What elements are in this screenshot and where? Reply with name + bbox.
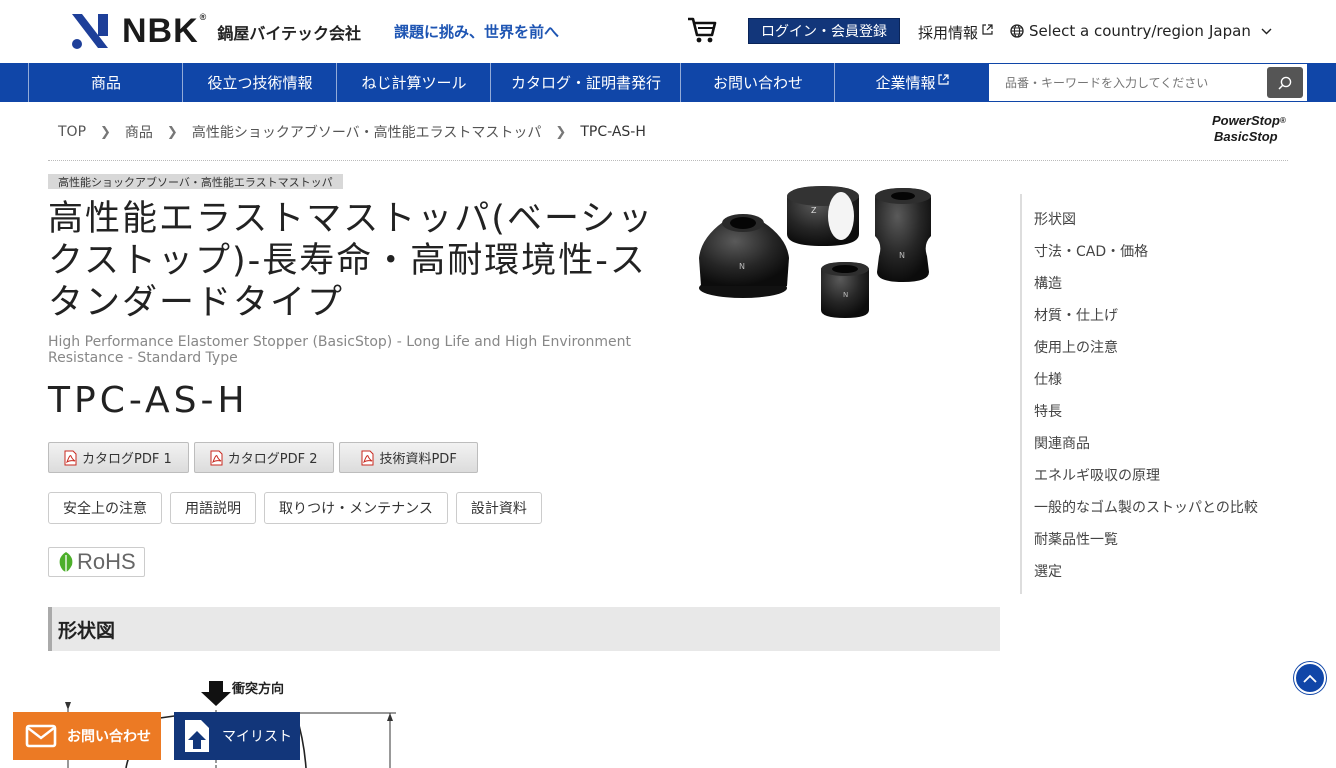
chevron-down-icon [1261,28,1272,34]
mylist-floating-label: マイリスト [222,729,292,745]
rohs-text: RoHS [77,549,136,574]
technical-pdf-button[interactable]: 技術資料PDF [339,442,478,473]
side-nav-item[interactable]: 一般的なゴム製のストッパとの比較 [1034,497,1258,517]
search-box [989,64,1307,101]
recruit-label: 採用情報 [918,24,979,42]
leaf-icon [59,552,73,572]
chevron-right-icon: ❯ [100,124,111,140]
globe-icon [1010,24,1024,38]
login-register-button[interactable]: ログイン・会員登録 [748,18,900,44]
breadcrumb-products[interactable]: 商品 [125,122,153,142]
logo-wordmark: NBK® [122,12,208,50]
side-nav-item[interactable]: 仕様 [1034,369,1062,389]
country-dropdown[interactable]: Japan [1209,22,1272,40]
nav-item-catalog[interactable]: カタログ・証明書発行 [490,63,681,102]
svg-text:Z: Z [811,206,817,215]
country-selector-label[interactable]: Select a country/region [1010,22,1204,40]
rohs-badge: RoHS [48,547,145,577]
search-icon [1278,76,1292,90]
product-image: N Z N N [699,186,931,318]
search-button[interactable] [1267,67,1303,98]
brand-reg: ® [1279,116,1286,125]
nav-item-screw-tools[interactable]: ねじ計算ツール [336,63,491,102]
collision-direction-label: 衝突方向 [231,681,284,697]
side-nav-item[interactable]: 関連商品 [1034,433,1090,453]
svg-text:N: N [843,291,848,299]
country-value: Japan [1209,22,1251,40]
company-name: 鍋屋バイテック会社 [217,23,361,43]
product-title: 高性能エラストマストッパ(ベーシックストップ)-長寿命・高耐環境性-スタンダード… [48,199,655,323]
side-nav-item[interactable]: 寸法・CAD・価格 [1034,241,1148,261]
installation-maintenance-button[interactable]: 取りつけ・メンテナンス [264,492,448,524]
side-nav-item[interactable]: 材質・仕上げ [1034,305,1118,325]
mylist-floating-button[interactable]: マイリスト [174,712,300,760]
side-nav-item[interactable]: 特長 [1034,401,1062,421]
side-nav-item[interactable]: 耐薬品性一覧 [1034,529,1118,549]
side-nav-item[interactable]: 使用上の注意 [1034,337,1118,357]
scroll-to-top-button[interactable] [1294,662,1326,694]
chevron-up-icon [1303,674,1317,683]
side-nav-item[interactable]: 形状図 [1034,209,1076,229]
nav-item-products[interactable]: 商品 [28,63,183,102]
nav-item-company[interactable]: 企業情報 [834,63,989,102]
external-link-icon [937,74,949,85]
side-nav-item[interactable]: エネルギ吸収の原理 [1034,465,1160,485]
glossary-button[interactable]: 用語説明 [170,492,256,524]
product-model-number: TPC-AS-H [48,380,249,421]
breadcrumb-divider [48,160,1288,161]
nbk-logo-mark-icon [72,13,108,49]
catalog-pdf-1-button[interactable]: カタログPDF 1 [48,442,189,473]
pdf-icon [210,450,223,465]
powerstop-basicstop-logo: PowerStop® BasicStop [1212,113,1290,149]
breadcrumb: TOP ❯ 商品 ❯ 高性能ショックアブソーバ・高性能エラストマストッパ ❯ T… [58,122,646,142]
pdf-icon [64,450,77,465]
mail-icon [25,724,57,748]
product-title-english: High Performance Elastomer Stopper (Basi… [48,334,632,366]
breadcrumb-category[interactable]: 高性能ショックアブソーバ・高性能エラストマストッパ [192,122,542,142]
safety-notes-button[interactable]: 安全上の注意 [48,492,162,524]
brand-line2: BasicStop [1214,129,1278,144]
page-side-nav: 形状図 寸法・CAD・価格 構造 材質・仕上げ 使用上の注意 仕様 特長 関連商… [1020,194,1280,594]
section-heading-shape: 形状図 [48,607,1000,651]
side-nav-item[interactable]: 選定 [1034,561,1062,581]
breadcrumb-current: TPC-AS-H [580,124,646,140]
cart-icon[interactable] [687,16,717,44]
document-button-row: 安全上の注意 用語説明 取りつけ・メンテナンス 設計資料 [48,492,542,524]
catalog-pdf-2-button[interactable]: カタログPDF 2 [193,442,335,473]
design-materials-button[interactable]: 設計資料 [455,492,542,524]
contact-floating-button[interactable]: お問い合わせ [13,712,161,760]
nav-item-tech-info[interactable]: 役立つ技術情報 [182,63,337,102]
svg-text:N: N [899,251,905,260]
site-header: NBK® 鍋屋バイテック会社 課題に挑み、世界を前へ ログイン・会員登録 採用情… [0,0,1336,63]
chevron-right-icon: ❯ [555,124,567,140]
svg-text:N: N [739,262,745,271]
tagline: 課題に挑み、世界を前へ [394,23,560,41]
brand-line1: PowerStop [1212,113,1280,128]
category-tag: 高性能ショックアブソーバ・高性能エラストマストッパ [48,174,343,189]
breadcrumb-top[interactable]: TOP [58,124,86,140]
nav-item-contact[interactable]: お問い合わせ [680,63,835,102]
external-link-icon [982,24,993,35]
country-label-text: Select a country/region [1029,22,1204,40]
side-nav-item[interactable]: 構造 [1034,273,1062,293]
pdf-icon [361,450,374,465]
recruit-link[interactable]: 採用情報 [918,22,993,43]
search-input[interactable] [989,64,1267,101]
pdf-button-row: カタログPDF 1 カタログPDF 2 技術資料PDF [48,442,478,473]
chevron-right-icon: ❯ [166,124,178,140]
document-upload-icon [185,720,209,752]
contact-floating-label: お問い合わせ [67,729,151,745]
nbk-logo[interactable]: NBK® 鍋屋バイテック会社 [70,12,361,51]
